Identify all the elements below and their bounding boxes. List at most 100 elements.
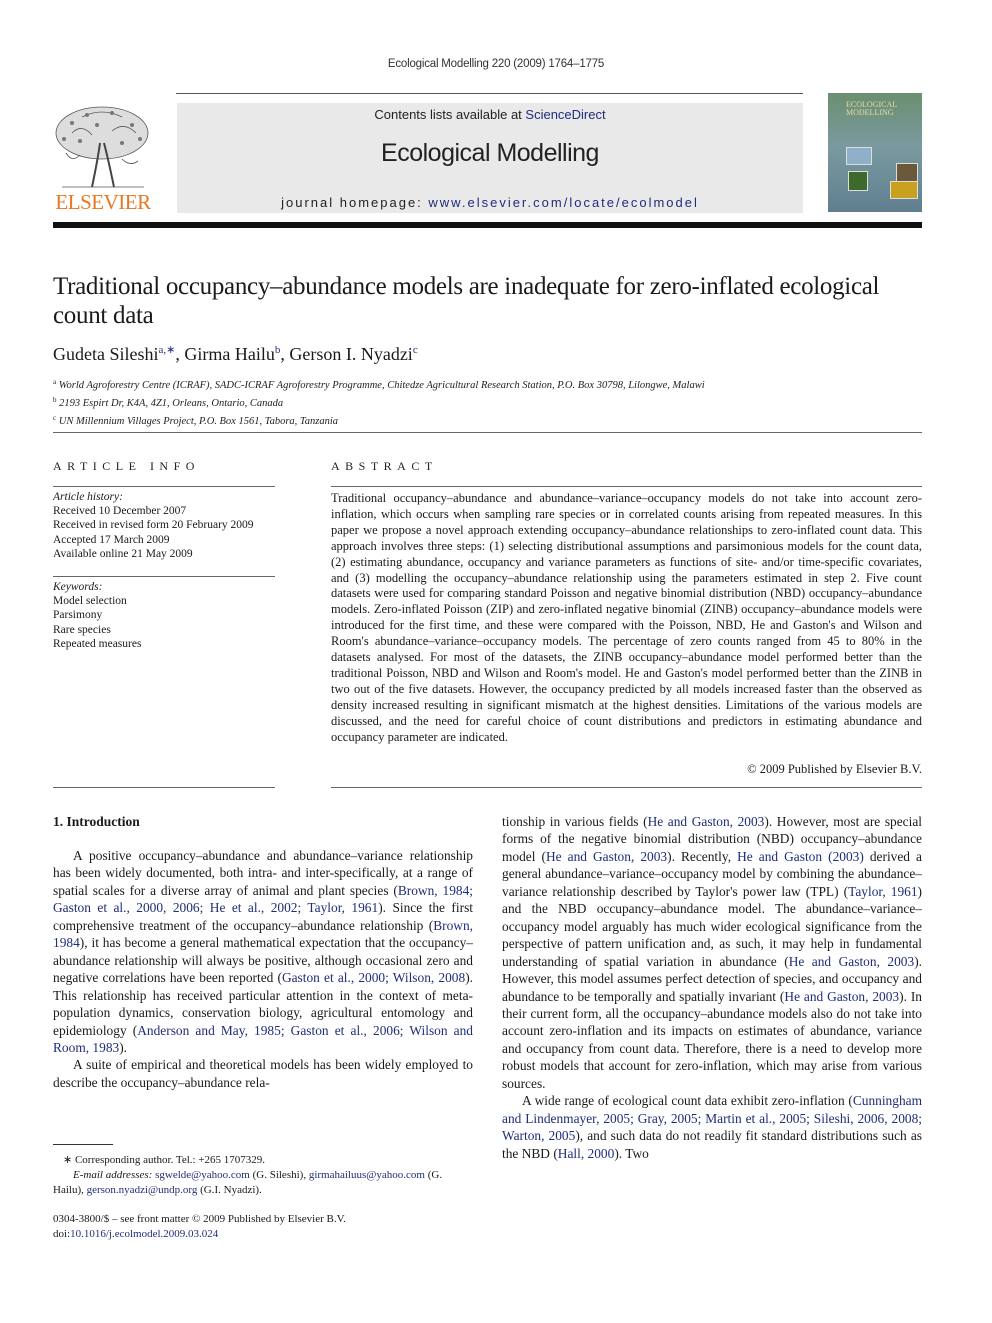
paragraph: A wide range of ecological count data ex… [502,1092,922,1162]
cover-photo-3 [848,171,868,191]
history-item: Accepted 17 March 2009 [53,533,170,546]
author[interactable]: Gerson I. Nyadzic [289,344,417,364]
doi-prefix: doi: [53,1228,71,1240]
email-label: E-mail addresses: [73,1169,156,1181]
article-title: Traditional occupancy–abundance models a… [53,273,880,329]
affiliation-marker: a [53,378,57,386]
keywords-label: Keywords: [53,581,103,593]
affiliations: a World Agroforestry Centre (ICRAF), SAD… [53,375,705,429]
journal-cover-thumbnail[interactable]: ECOLOGICAL MODELLING [828,93,922,212]
email-owner: (G.I. Nyadzi). [197,1184,262,1196]
citation-link[interactable]: He and Gaston, 2003 [784,989,899,1004]
article-history-label: Article history: [53,491,123,503]
author-list: Gudeta Sileshia,∗, Girma Hailub, Gerson … [53,343,418,365]
body-text: ). Two [614,1145,649,1161]
sciencedirect-link[interactable]: ScienceDirect [525,107,605,122]
keyword[interactable]: Rare species [53,623,275,637]
body-text: A suite of empirical and theoretical mod… [53,1057,473,1090]
keywords: Keywords: Model selection Parsimony Rare… [53,580,275,651]
author[interactable]: Girma Hailub, [184,344,289,364]
doi-line: doi:10.1016/j.ecolmodel.2009.03.024 [53,1227,346,1242]
front-bottom-rule-right [331,787,922,788]
author-affiliation-marker[interactable]: c [413,344,418,356]
citation-link[interactable]: Gaston et al., 2000; Wilson, 2008 [282,970,465,985]
affiliation: a World Agroforestry Centre (ICRAF), SAD… [53,375,705,393]
abstract-rule [331,486,922,487]
homepage-link[interactable]: www.elsevier.com/locate/ecolmodel [428,195,698,210]
citation-link[interactable]: He and Gaston, 2003 [789,954,915,969]
email-link[interactable]: girmahailuus@yahoo.com [309,1169,425,1181]
abstract-text: Traditional occupancy–abundance and abun… [331,491,922,744]
elsevier-wordmark: ELSEVIER [55,190,151,214]
paragraph: A suite of empirical and theoretical mod… [53,1056,473,1091]
keyword[interactable]: Repeated measures [53,637,275,651]
citation-link[interactable]: He and Gaston, 2003 [546,849,667,864]
body-column-right: tionship in various fields (He and Gasto… [502,813,922,1162]
body-column-left: A positive occupancy–abundance and abund… [53,847,473,1091]
cover-title: ECOLOGICAL MODELLING [846,101,897,117]
affiliation: b 2193 Espirt Dr, K4A, 4Z1, Orleans, Ont… [53,393,705,411]
journal-name: Ecological Modelling [381,139,599,167]
article-info-rule [53,486,275,487]
keyword[interactable]: Model selection [53,594,275,608]
corresponding-author-note: ∗ Corresponding author. Tel.: +265 17073… [63,1154,266,1166]
homepage-prefix: journal homepage: [281,195,429,210]
section-heading-introduction: 1. Introduction [53,814,140,829]
keyword[interactable]: Parsimony [53,608,275,622]
body-text: ). Recently, [667,848,738,864]
author-name: Gudeta Sileshi [53,344,159,364]
history-item: Available online 21 May 2009 [53,547,193,560]
abstract-heading: ABSTRACT [331,459,438,473]
elsevier-tree-icon [55,106,149,188]
affiliation-marker: b [53,396,57,404]
article-history: Article history: Received 10 December 20… [53,490,275,561]
author-separator: , [175,344,185,364]
affiliation-text: 2193 Espirt Dr, K4A, 4Z1, Orleans, Ontar… [59,398,284,409]
front-bottom-rule-left [53,787,275,788]
doi-link[interactable]: 10.1016/j.ecolmodel.2009.03.024 [70,1228,218,1240]
citation-link[interactable]: He and Gaston (2003) [737,849,864,864]
email-owner: (G. Sileshi), [249,1169,309,1181]
author-name: Girma Hailu [184,344,275,364]
body-text: tionship in various fields ( [502,814,648,829]
citation-link[interactable]: He and Gaston, 2003 [648,814,765,829]
issn-line: 0304-3800/$ – see front matter © 2009 Pu… [53,1213,346,1225]
cover-title-line2: MODELLING [846,108,894,117]
contents-prefix: Contents lists available at [374,107,526,122]
history-item: Received 10 December 2007 [53,505,187,518]
abstract-copyright: © 2009 Published by Elsevier B.V. [747,762,922,776]
email-addresses: E-mail addresses: sgwelde@yahoo.com (G. … [53,1168,473,1198]
journal-homepage: journal homepage: www.elsevier.com/locat… [177,195,803,210]
footnote: ∗ Corresponding author. Tel.: +265 17073… [53,1153,473,1198]
cover-photo-4 [890,181,918,199]
front-matter: 0304-3800/$ – see front matter © 2009 Pu… [53,1212,346,1242]
history-item: Received in revised form 20 February 200… [53,519,254,532]
header-thick-rule [53,222,922,228]
author[interactable]: Gudeta Sileshia,∗, [53,344,184,364]
paragraph: tionship in various fields (He and Gasto… [502,813,922,1092]
cover-photo-1 [846,147,872,165]
elsevier-logo[interactable]: ELSEVIER [52,103,154,215]
footnote-rule [53,1144,113,1145]
running-head: Ecological Modelling 220 (2009) 1764–177… [387,58,605,70]
email-link[interactable]: gerson.nyadzi@undp.org [87,1184,198,1196]
affiliation-marker: c [53,414,57,422]
author-affiliation-marker[interactable]: a,∗ [159,344,176,356]
contents-line: Contents lists available at ScienceDirec… [177,107,803,122]
citation-link[interactable]: Taylor, 1961 [848,884,917,899]
affiliation: c UN Millennium Villages Project, P.O. B… [53,411,705,429]
body-text: ). [119,1039,128,1055]
title-block-rule [53,432,922,433]
journal-banner: Contents lists available at ScienceDirec… [177,103,803,213]
article-info-heading: ARTICLE INFO [53,459,200,473]
paragraph: A positive occupancy–abundance and abund… [53,847,473,1056]
affiliation-text: UN Millennium Villages Project, P.O. Box… [58,416,339,427]
header-rule [176,93,803,94]
keywords-rule [53,576,275,577]
author-name: Gerson I. Nyadzi [289,344,413,364]
author-separator: , [280,344,290,364]
email-link[interactable]: sgwelde@yahoo.com [155,1169,250,1181]
body-text: A wide range of ecological count data ex… [522,1093,853,1109]
affiliation-text: World Agroforestry Centre (ICRAF), SADC-… [58,380,705,391]
citation-link[interactable]: Hall, 2000 [558,1146,615,1161]
